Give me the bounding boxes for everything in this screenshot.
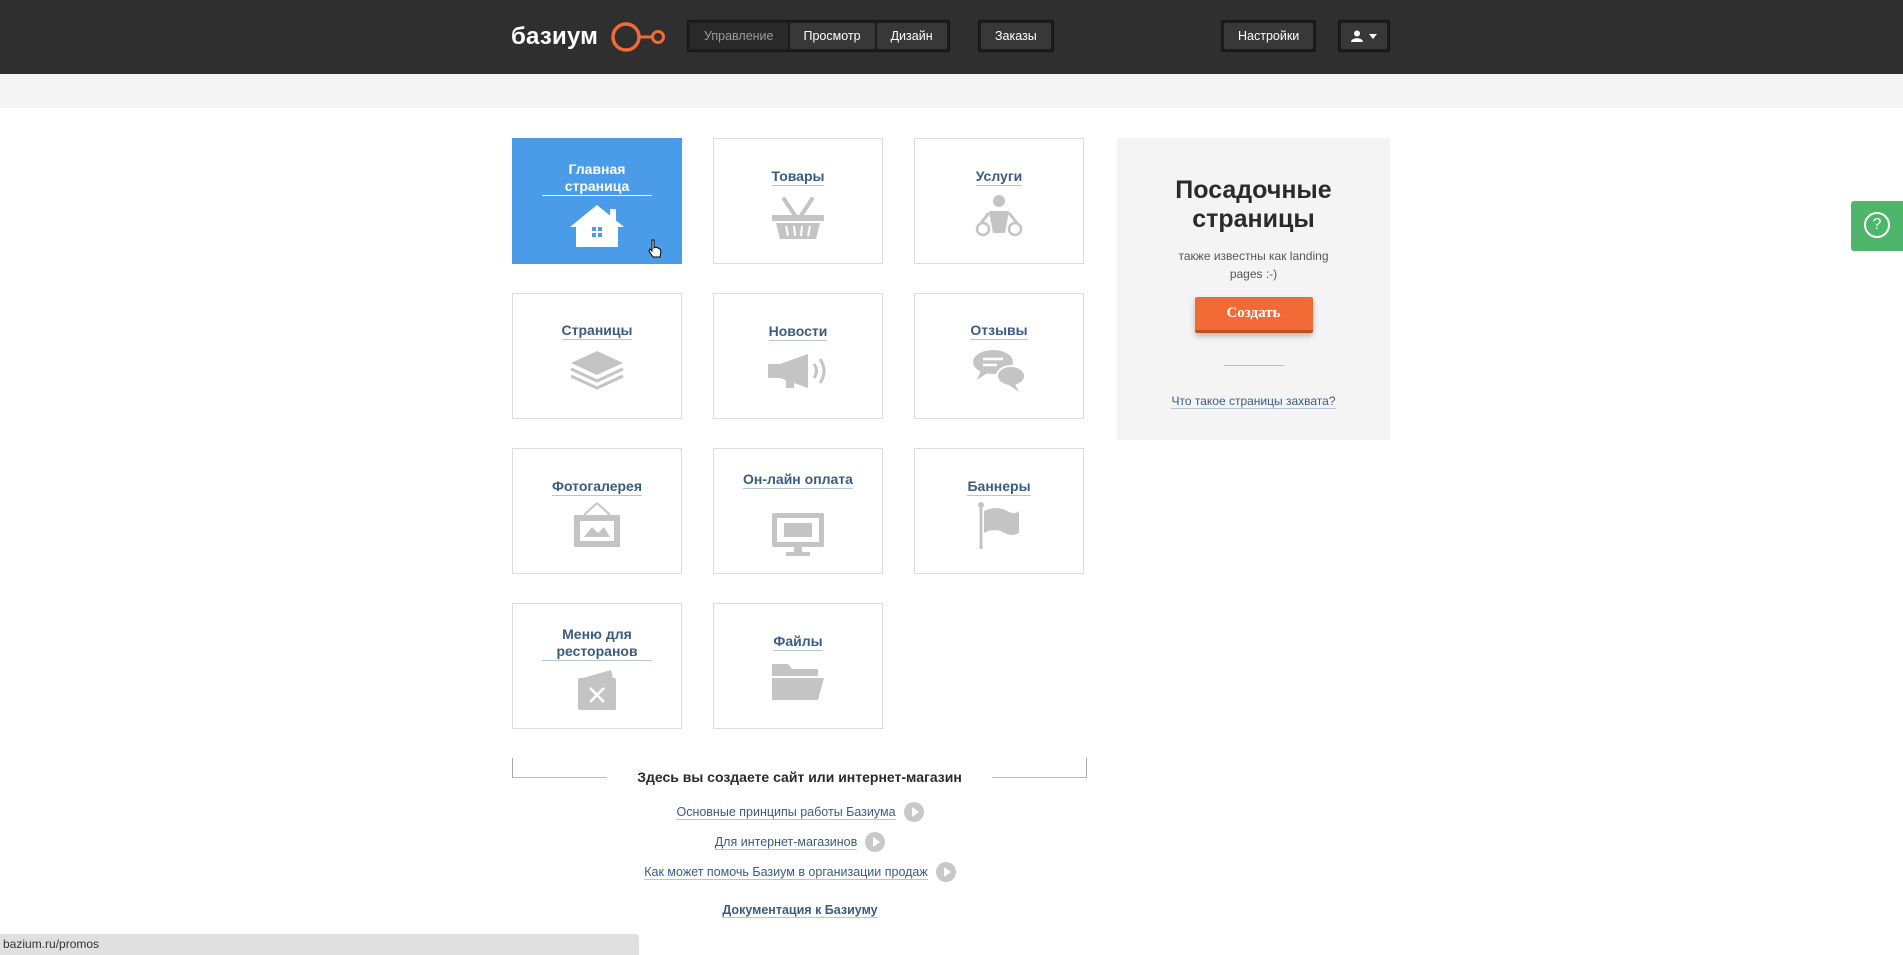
pages-stack-icon <box>570 351 624 390</box>
tile-pages[interactable]: Страницы <box>512 293 682 419</box>
status-bar-url: bazium.ru/promos <box>0 934 639 955</box>
restaurant-menu-icon <box>578 670 616 710</box>
video-link-text[interactable]: Для интернет-магазинов <box>714 835 858 851</box>
tile-label: Отзывы <box>970 322 1028 340</box>
tile-label: Меню для ресторанов <box>542 626 652 661</box>
play-icon[interactable] <box>935 862 956 882</box>
landing-pages-panel: Посадочные страницы также известны как l… <box>1117 138 1390 440</box>
logo[interactable]: базиум <box>511 18 666 56</box>
tab-management[interactable]: Управление <box>690 23 788 49</box>
promo-subtitle: также известны как landing pages :-) <box>1178 249 1329 281</box>
logo-text: базиум <box>511 23 599 50</box>
picture-frame-icon <box>574 502 620 547</box>
home-icon <box>570 205 624 247</box>
create-button[interactable]: Создать <box>1194 297 1313 333</box>
mode-switch: Управление Просмотр Дизайн <box>687 20 950 52</box>
tile-label: Страницы <box>561 322 633 340</box>
help-icon: ? <box>1864 212 1890 238</box>
play-icon[interactable] <box>865 832 886 852</box>
video-link-stores: Для интернет-магазинов <box>0 832 1600 853</box>
tab-design[interactable]: Дизайн <box>876 23 947 49</box>
top-bar: базиум Управление Просмотр Дизайн Заказы… <box>0 0 1903 74</box>
services-icon <box>975 195 1023 237</box>
tile-label: Он-лайн оплата <box>743 471 853 489</box>
chevron-down-icon <box>1369 33 1377 39</box>
tile-banners[interactable]: Баннеры <box>914 448 1084 574</box>
tile-online-payment[interactable]: Он-лайн оплата <box>713 448 883 574</box>
tile-reviews[interactable]: Отзывы <box>914 293 1084 419</box>
intro-title: Здесь вы создаете сайт или интернет-мага… <box>607 769 992 785</box>
basket-icon <box>772 197 824 239</box>
tile-files[interactable]: Файлы <box>713 603 883 729</box>
tile-label: Товары <box>771 168 825 186</box>
tile-label: Услуги <box>975 168 1023 186</box>
logo-mark-icon <box>611 22 666 52</box>
help-button[interactable]: ? <box>1851 201 1903 251</box>
tile-photogallery[interactable]: Фотогалерея <box>512 448 682 574</box>
video-link-text[interactable]: Основные принципы работы Базиума <box>676 805 896 821</box>
play-icon[interactable] <box>903 802 924 822</box>
tile-products[interactable]: Товары <box>713 138 883 264</box>
tile-label: Файлы <box>773 633 823 651</box>
settings-button[interactable]: Настройки <box>1224 23 1314 49</box>
user-icon <box>1351 30 1363 42</box>
settings-group: Настройки <box>1221 20 1317 52</box>
tile-label: Главная страница <box>542 161 652 196</box>
video-link-basics: Основные принципы работы Базиума <box>0 802 1600 823</box>
sub-bar <box>0 74 1903 108</box>
orders-button[interactable]: Заказы <box>981 23 1051 49</box>
tile-services[interactable]: Услуги <box>914 138 1084 264</box>
folder-icon <box>772 664 824 700</box>
what-are-capture-pages-link[interactable]: Что такое страницы захвата? <box>1171 394 1336 409</box>
tile-label: Баннеры <box>967 478 1031 496</box>
video-link-sales: Как может помочь Базиум в организации пр… <box>0 862 1600 883</box>
tile-home-page[interactable]: Главная страница <box>512 138 682 264</box>
video-link-text[interactable]: Как может помочь Базиум в организации пр… <box>644 865 928 881</box>
user-menu-button[interactable] <box>1341 23 1387 49</box>
tile-label: Фотогалерея <box>552 478 642 496</box>
tile-label: Новости <box>768 323 828 341</box>
tile-news[interactable]: Новости <box>713 293 883 419</box>
tab-preview[interactable]: Просмотр <box>789 23 875 49</box>
orders-group: Заказы <box>978 20 1054 52</box>
documentation-link-row: Документация к Базиуму <box>0 903 1600 918</box>
divider <box>1223 365 1284 366</box>
payment-monitor-icon <box>772 513 824 556</box>
flag-icon <box>978 502 1019 549</box>
tile-restaurant-menu[interactable]: Меню для ресторанов <box>512 603 682 729</box>
megaphone-icon <box>768 354 826 388</box>
chat-bubbles-icon <box>973 350 1026 392</box>
user-group <box>1338 20 1390 52</box>
documentation-link[interactable]: Документация к Базиуму <box>722 903 878 918</box>
hand-cursor-icon <box>648 239 662 258</box>
promo-title: Посадочные страницы <box>1175 176 1332 233</box>
